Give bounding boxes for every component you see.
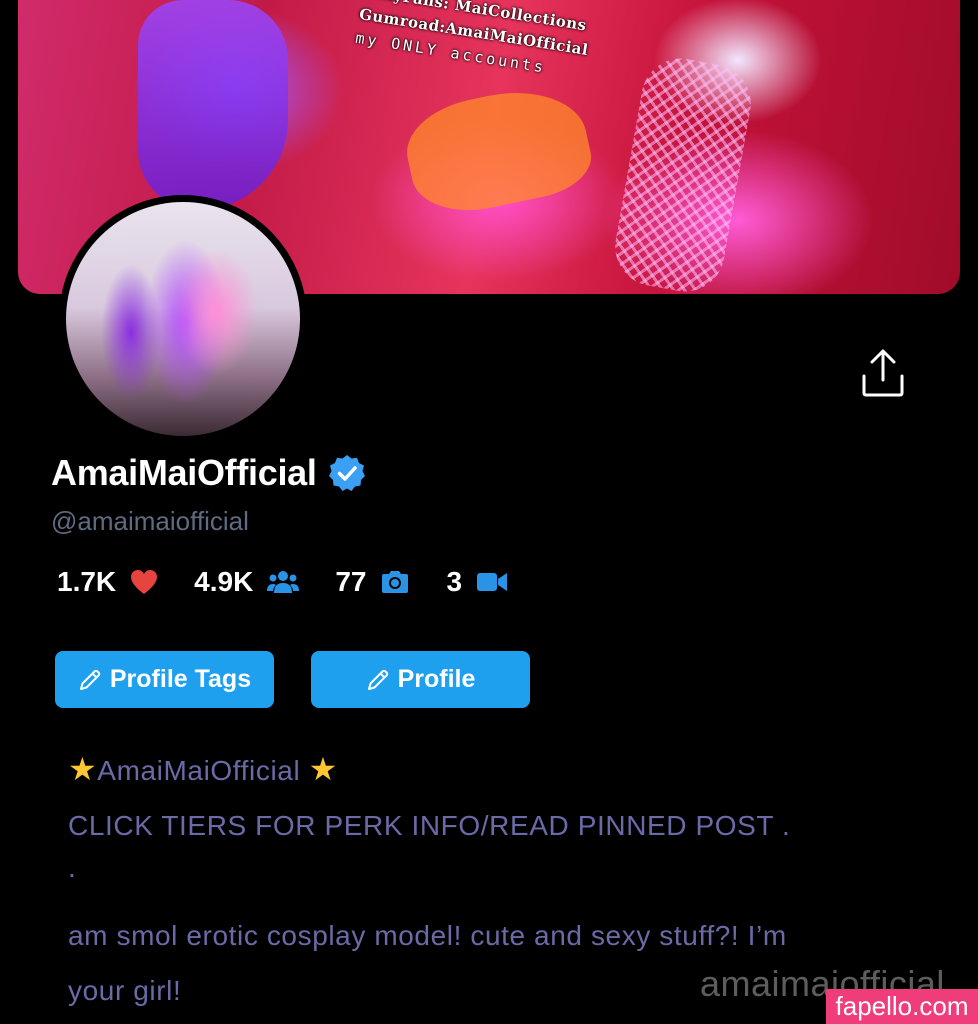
stat-subscribers-value: 4.9K xyxy=(194,566,254,597)
cover-caption: OnlyFans: MaiCollections Gumroad:AmaiMai… xyxy=(354,0,594,86)
share-icon[interactable] xyxy=(860,348,906,398)
stat-likes: 1.7K xyxy=(57,566,158,598)
verified-badge-icon xyxy=(328,455,365,491)
heart-icon xyxy=(131,570,158,594)
star-icon: ★ xyxy=(68,751,98,787)
video-camera-icon xyxy=(477,573,508,591)
edit-profile-button[interactable]: Profile xyxy=(311,651,530,708)
cover-figure-hair xyxy=(138,0,288,210)
avatar[interactable] xyxy=(59,195,307,443)
bio-line: . xyxy=(68,852,77,883)
watermark-badge: fapello.com xyxy=(826,989,978,1024)
camera-icon xyxy=(382,571,409,593)
pencil-icon xyxy=(367,669,388,690)
cover-figure-legs xyxy=(608,52,758,294)
stat-videos-value: 3 xyxy=(446,566,463,597)
bio-title-line: ★AmaiMaiOfficial ★ xyxy=(68,742,948,798)
users-icon xyxy=(267,571,300,593)
profile-tags-label: Profile Tags xyxy=(109,665,252,693)
stat-likes-value: 1.7K xyxy=(57,566,117,597)
stats-row: 1.7K 4.9K 77 3 xyxy=(57,566,544,598)
stat-subscribers: 4.9K xyxy=(194,566,300,598)
bio-line: CLICK TIERS FOR PERK INFO/READ PINNED PO… xyxy=(68,810,791,841)
stat-photos: 77 xyxy=(335,566,410,598)
avatar-photo xyxy=(66,202,300,436)
bio-line: am smol erotic cosplay model! cute and s… xyxy=(68,920,787,951)
profile-name-row: AmaiMaiOfficial xyxy=(51,452,367,494)
cover-figure-outfit xyxy=(398,77,598,223)
username-handle: @amaimaiofficial xyxy=(51,506,249,536)
star-icon: ★ xyxy=(308,751,338,787)
profile-tags-button[interactable]: Profile Tags xyxy=(55,651,274,708)
stat-photos-value: 77 xyxy=(335,566,367,597)
edit-profile-label: Profile xyxy=(397,665,476,693)
stat-videos: 3 xyxy=(446,566,508,598)
display-name: AmaiMaiOfficial xyxy=(51,452,317,493)
pencil-icon xyxy=(79,669,101,690)
bio-title: AmaiMaiOfficial xyxy=(97,755,301,786)
